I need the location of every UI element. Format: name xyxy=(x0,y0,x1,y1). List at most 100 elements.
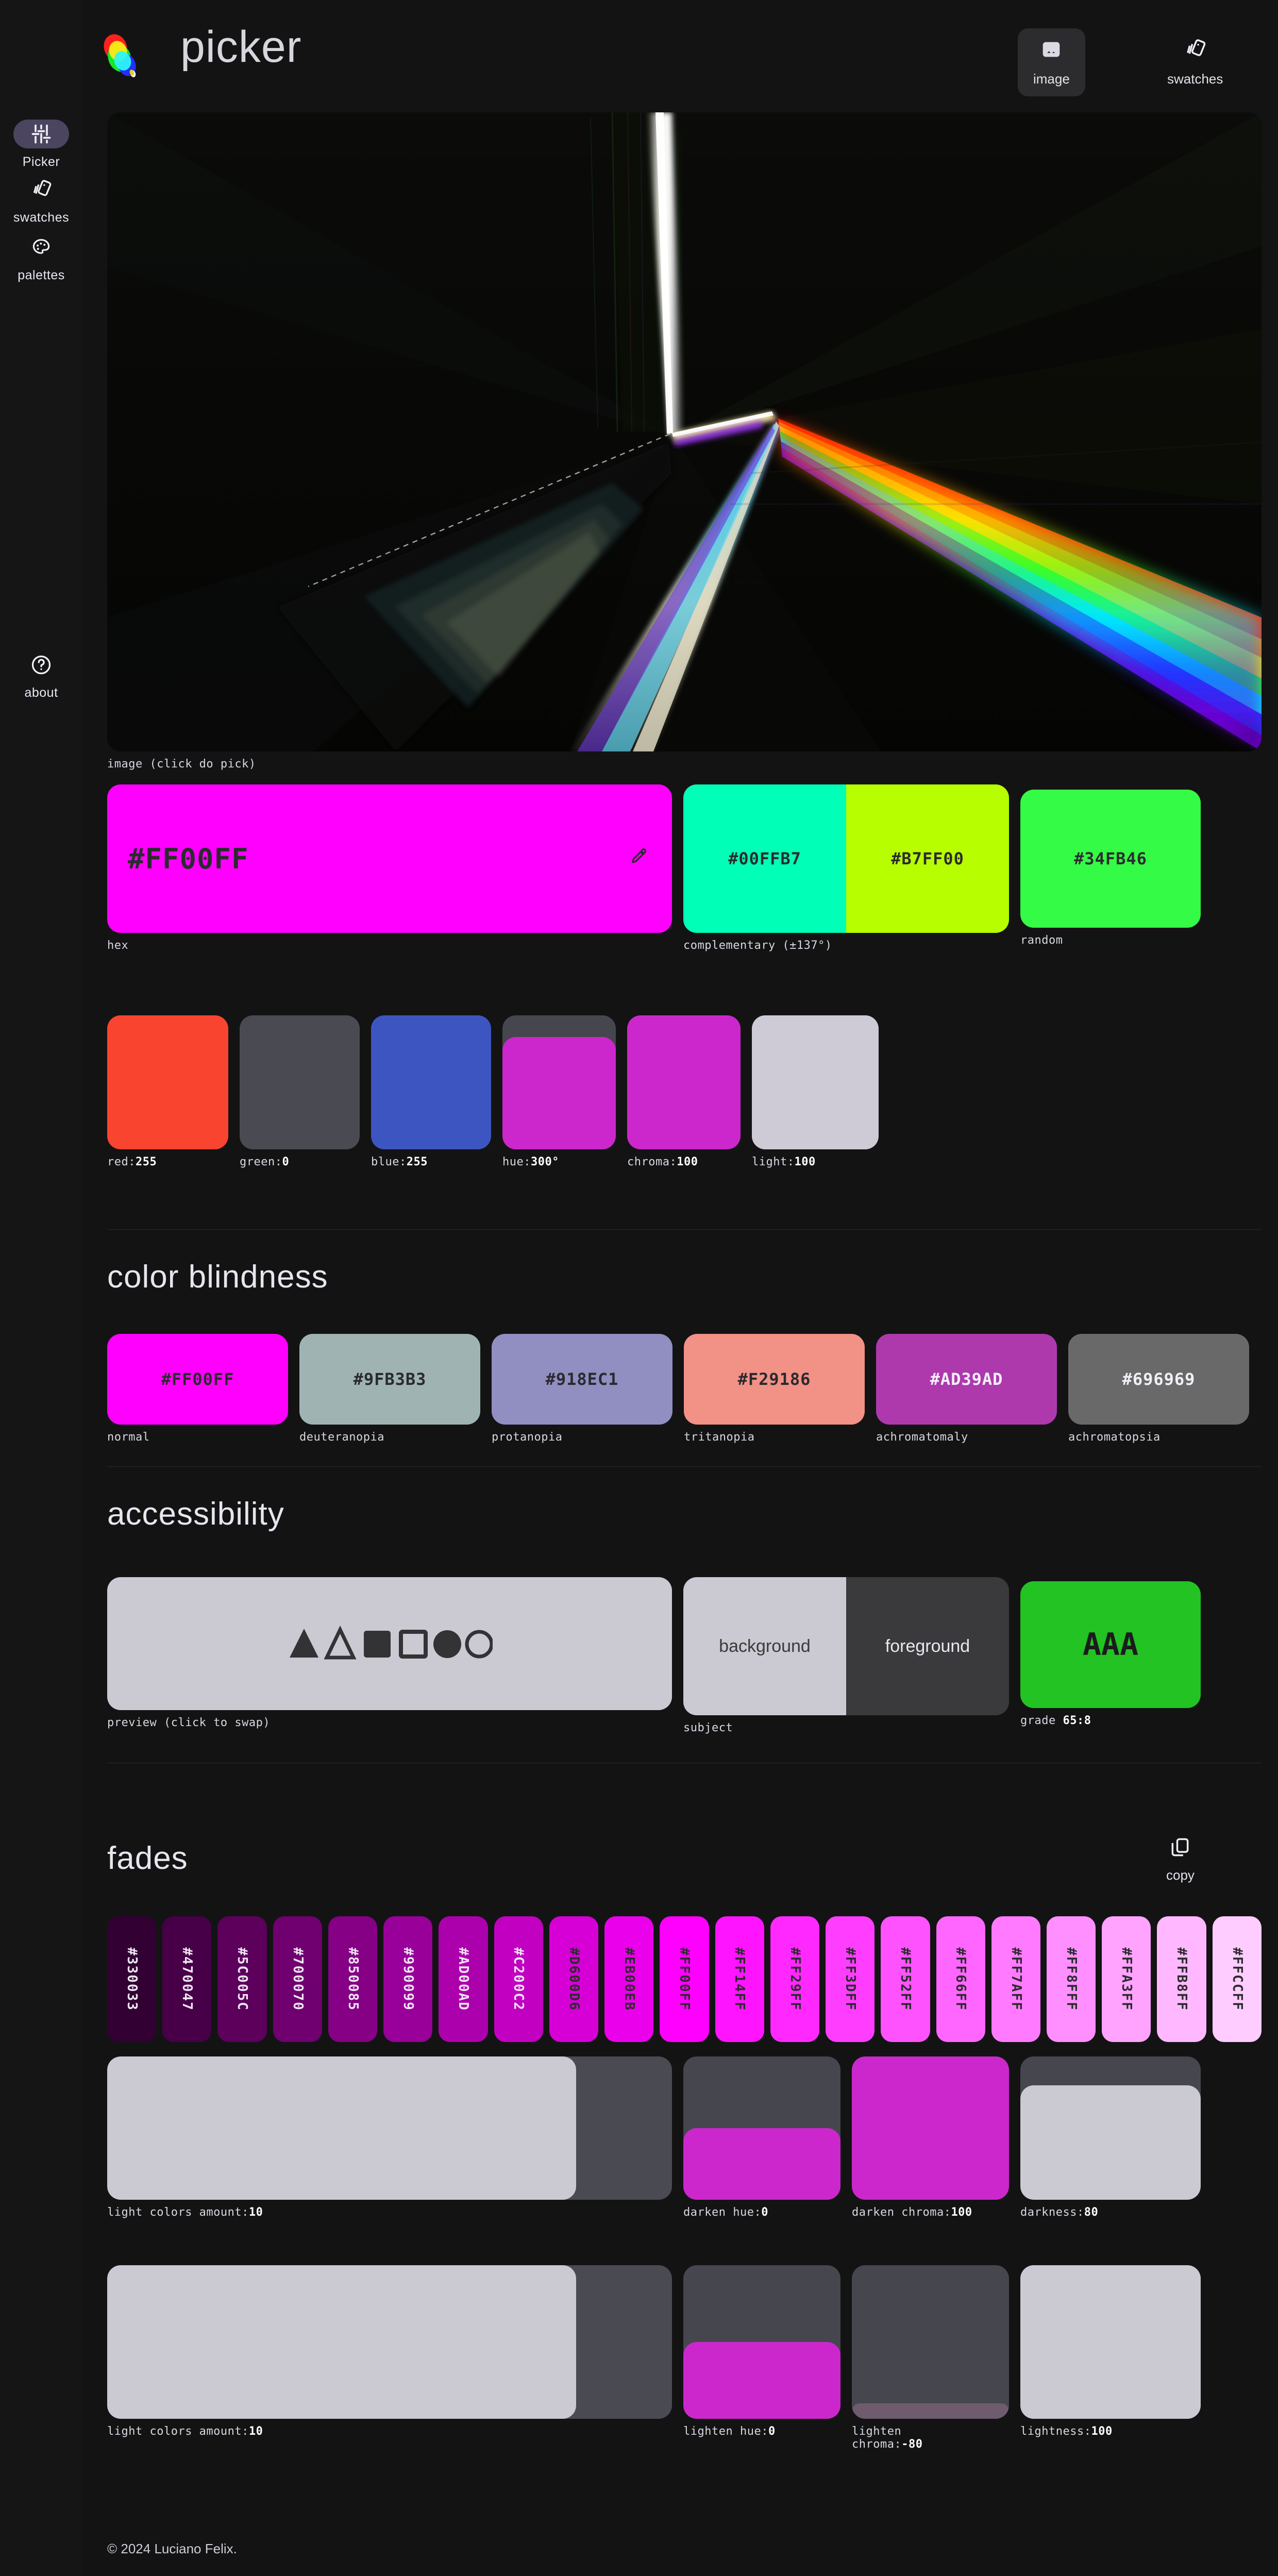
fade-chip[interactable]: #330033 xyxy=(107,1916,157,2042)
sidebar-item-swatches[interactable]: swatches xyxy=(0,175,82,225)
fade-chip[interactable]: #FF29FF xyxy=(770,1916,820,2042)
sidebar-swatches-pill xyxy=(13,175,69,204)
circle-filled-icon xyxy=(433,1630,461,1658)
fade-chip[interactable]: #FF52FF xyxy=(881,1916,930,2042)
channel-slider-hue[interactable] xyxy=(502,1015,616,1149)
darken-amount-caption: light colors amount:10 xyxy=(107,2206,263,2219)
accessibility-grade-badge[interactable]: AAA xyxy=(1020,1581,1201,1708)
lighten-amount-slider[interactable] xyxy=(107,2265,672,2419)
channel-slider-green[interactable] xyxy=(240,1015,360,1149)
fade-chip[interactable]: #FFB8FF xyxy=(1157,1916,1206,2042)
fades-copy-button[interactable]: copy xyxy=(1166,1836,1195,1883)
header-tab-swatches[interactable]: swatches xyxy=(1152,28,1238,96)
sidebar-picker-pill xyxy=(13,120,69,148)
color-blindness-caption: deuteranopia xyxy=(299,1431,384,1444)
accessibility-preview[interactable] xyxy=(107,1577,672,1710)
header-tab-swatches-label: swatches xyxy=(1167,71,1223,87)
random-column: #34FB46 random xyxy=(1020,784,1201,952)
color-blindness-column: #918EC1 protanopia xyxy=(492,1334,672,1444)
complementary-swatch-2[interactable]: #B7FF00 xyxy=(846,784,1009,933)
triangle-filled-icon xyxy=(290,1629,318,1658)
triangle-outline-icon xyxy=(324,1625,357,1660)
color-blindness-swatch-protanopia[interactable]: #918EC1 xyxy=(492,1334,672,1425)
color-blindness-column: #696969 achromatopsia xyxy=(1068,1334,1249,1444)
fade-chip-label: #FF8FFF xyxy=(1063,1947,1079,2011)
grade-value: AAA xyxy=(1082,1627,1139,1663)
fade-chip[interactable]: #FF8FFF xyxy=(1046,1916,1096,2042)
lighten-chroma-slider[interactable] xyxy=(852,2265,1009,2419)
fade-chip[interactable]: #C200C2 xyxy=(494,1916,543,2042)
fade-chip[interactable]: #FF7AFF xyxy=(991,1916,1040,2042)
channel-slider-blue[interactable] xyxy=(371,1015,491,1149)
prism-image[interactable] xyxy=(107,112,1262,751)
lightness-slider[interactable] xyxy=(1020,2265,1201,2419)
eyedropper-icon[interactable] xyxy=(627,847,648,871)
lighten-hue-slider[interactable] xyxy=(683,2265,840,2419)
color-blindness-caption: normal xyxy=(107,1431,150,1444)
sidebar-item-picker[interactable]: Picker xyxy=(0,120,82,170)
fade-chip[interactable]: #FF66FF xyxy=(936,1916,985,2042)
random-color-swatch[interactable]: #34FB46 xyxy=(1020,790,1201,928)
accessibility-subject[interactable]: background foreground xyxy=(683,1577,1009,1715)
color-blindness-swatch-achromatomaly[interactable]: #AD39AD xyxy=(876,1334,1057,1425)
channel-slider-red[interactable] xyxy=(107,1015,228,1149)
header-tab-image[interactable]: image xyxy=(1018,28,1085,96)
accessibility-preview-caption: preview (click to swap) xyxy=(107,1716,271,1729)
primary-hex-label: #FF00FF xyxy=(128,842,249,875)
darken-chroma-caption: darken chroma:100 xyxy=(852,2206,972,2219)
fade-chip-label: #EB00EB xyxy=(621,1947,637,2011)
color-blindness-swatch-achromatopsia[interactable]: #696969 xyxy=(1068,1334,1249,1425)
darken-hue-caption: darken hue:0 xyxy=(683,2206,768,2219)
channel-column-green: green:0 xyxy=(240,1015,360,1168)
fade-chip-label: #FFCCFF xyxy=(1229,1947,1245,2011)
color-blindness-hex: #918EC1 xyxy=(545,1369,619,1389)
fade-chip[interactable]: #700070 xyxy=(273,1916,322,2042)
divider xyxy=(107,1466,1262,1467)
accessibility-preview-column: preview (click to swap) xyxy=(107,1577,672,1734)
fade-chip[interactable]: #AD00AD xyxy=(439,1916,488,2042)
primary-color-swatch[interactable]: #FF00FF xyxy=(107,784,672,933)
darkness-caption: darkness:80 xyxy=(1020,2206,1099,2219)
lighten-row: light colors amount:10 lighten hue:0 lig… xyxy=(107,2265,1262,2451)
app-header: picker image swatches xyxy=(82,0,1278,103)
color-blindness-swatch-tritanopia[interactable]: #F29186 xyxy=(684,1334,865,1425)
fade-chip[interactable]: #FFA3FF xyxy=(1102,1916,1151,2042)
accessibility-subject-column: background foreground subject xyxy=(683,1577,1009,1734)
fade-chip[interactable]: #FF3DFF xyxy=(826,1916,875,2042)
darkness-slider[interactable] xyxy=(1020,2056,1201,2200)
fade-chip-label: #AD00AD xyxy=(456,1947,472,2011)
fade-chip-label: #FF52FF xyxy=(897,1947,913,2011)
darken-chroma-slider[interactable] xyxy=(852,2056,1009,2200)
darken-amount-slider[interactable] xyxy=(107,2056,672,2200)
sidebar-item-label: swatches xyxy=(13,210,70,225)
background-label: background xyxy=(719,1636,811,1656)
fade-chip[interactable]: #FFCCFF xyxy=(1212,1916,1262,2042)
sidebar-item-palettes[interactable]: palettes xyxy=(0,233,82,283)
fade-chip-label: #700070 xyxy=(290,1947,306,2011)
color-blindness-column: #F29186 tritanopia xyxy=(684,1334,865,1444)
fade-chip[interactable]: #5C005C xyxy=(217,1916,267,2042)
darken-hue-slider[interactable] xyxy=(683,2056,840,2200)
fade-chip[interactable]: #990099 xyxy=(383,1916,433,2042)
footer-copyright: © 2024 Luciano Felix. xyxy=(107,2541,237,2556)
random-caption: random xyxy=(1020,934,1063,947)
fade-chip[interactable]: #FF00FF xyxy=(660,1916,709,2042)
sidebar-item-about[interactable]: about xyxy=(0,650,82,700)
color-blindness-swatch-deuteranopia[interactable]: #9FB3B3 xyxy=(299,1334,480,1425)
complementary-swatch-1[interactable]: #00FFB7 xyxy=(683,784,846,933)
color-blindness-swatch-normal[interactable]: #FF00FF xyxy=(107,1334,288,1425)
fades-title: fades xyxy=(107,1841,188,1876)
fade-chip[interactable]: #D600D6 xyxy=(549,1916,599,2042)
fade-chip[interactable]: #470047 xyxy=(162,1916,212,2042)
channel-slider-chroma[interactable] xyxy=(627,1015,741,1149)
darken-chroma-column: darken chroma:100 xyxy=(852,2056,1009,2219)
channel-slider-light[interactable] xyxy=(752,1015,879,1149)
fade-chip[interactable]: #850085 xyxy=(328,1916,378,2042)
fade-chip-label: #470047 xyxy=(179,1947,195,2011)
swatches-icon xyxy=(30,178,53,201)
color-blindness-column: #AD39AD achromatomaly xyxy=(876,1334,1057,1444)
lighten-amount-caption: light colors amount:10 xyxy=(107,2425,263,2438)
fade-chip[interactable]: #FF14FF xyxy=(715,1916,764,2042)
fade-chip[interactable]: #EB00EB xyxy=(604,1916,654,2042)
channel-caption-blue: blue:255 xyxy=(371,1156,428,1168)
